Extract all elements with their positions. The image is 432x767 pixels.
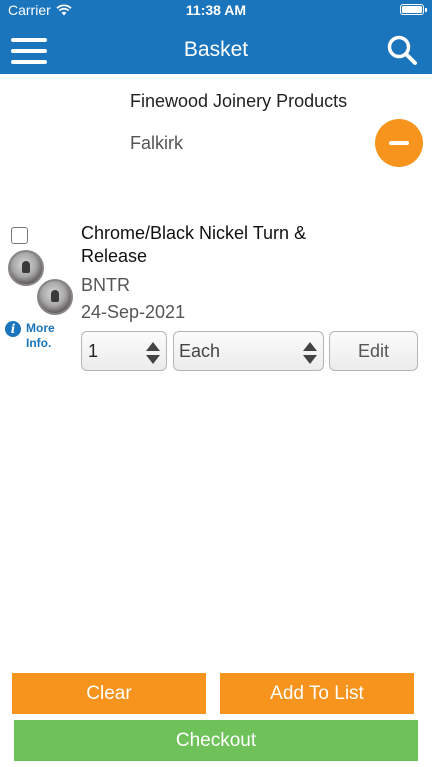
- item-checkbox[interactable]: [11, 227, 28, 244]
- top-bar: Carrier 11:38 AM Basket: [0, 0, 432, 74]
- add-to-list-button[interactable]: Add To List: [220, 673, 414, 714]
- page-title: Basket: [183, 38, 249, 61]
- info-icon[interactable]: i: [5, 321, 21, 337]
- edit-button[interactable]: Edit: [329, 331, 418, 371]
- product-thumbnail[interactable]: [8, 250, 44, 286]
- battery-icon: [400, 4, 427, 15]
- quantity-stepper[interactable]: 1: [81, 331, 167, 371]
- customer-name: Finewood Joinery Products: [130, 91, 348, 111]
- clear-button[interactable]: Clear: [12, 673, 206, 714]
- more-info-link[interactable]: More Info.: [26, 321, 66, 351]
- quantity-value: 1: [88, 340, 99, 361]
- item-date: 24-Sep-2021: [81, 302, 186, 322]
- customer-town: Falkirk: [130, 133, 183, 153]
- battery-fill: [402, 6, 422, 13]
- stepper-arrows-icon: [146, 342, 160, 364]
- remove-customer-icon[interactable]: [375, 119, 423, 167]
- checkout-button[interactable]: Checkout: [14, 720, 418, 761]
- unit-select[interactable]: Each: [173, 331, 324, 371]
- product-thumbnail[interactable]: [37, 279, 73, 315]
- item-description: Chrome/Black Nickel Turn & Release: [81, 223, 307, 266]
- unit-value: Each: [179, 340, 221, 361]
- search-icon[interactable]: [386, 34, 418, 66]
- status-time: 11:38 AM: [185, 2, 247, 18]
- item-code: BNTR: [81, 275, 130, 295]
- select-arrows-icon: [303, 342, 317, 364]
- basket-screen: Carrier 11:38 AM Basket Finewood Joinery…: [0, 0, 432, 767]
